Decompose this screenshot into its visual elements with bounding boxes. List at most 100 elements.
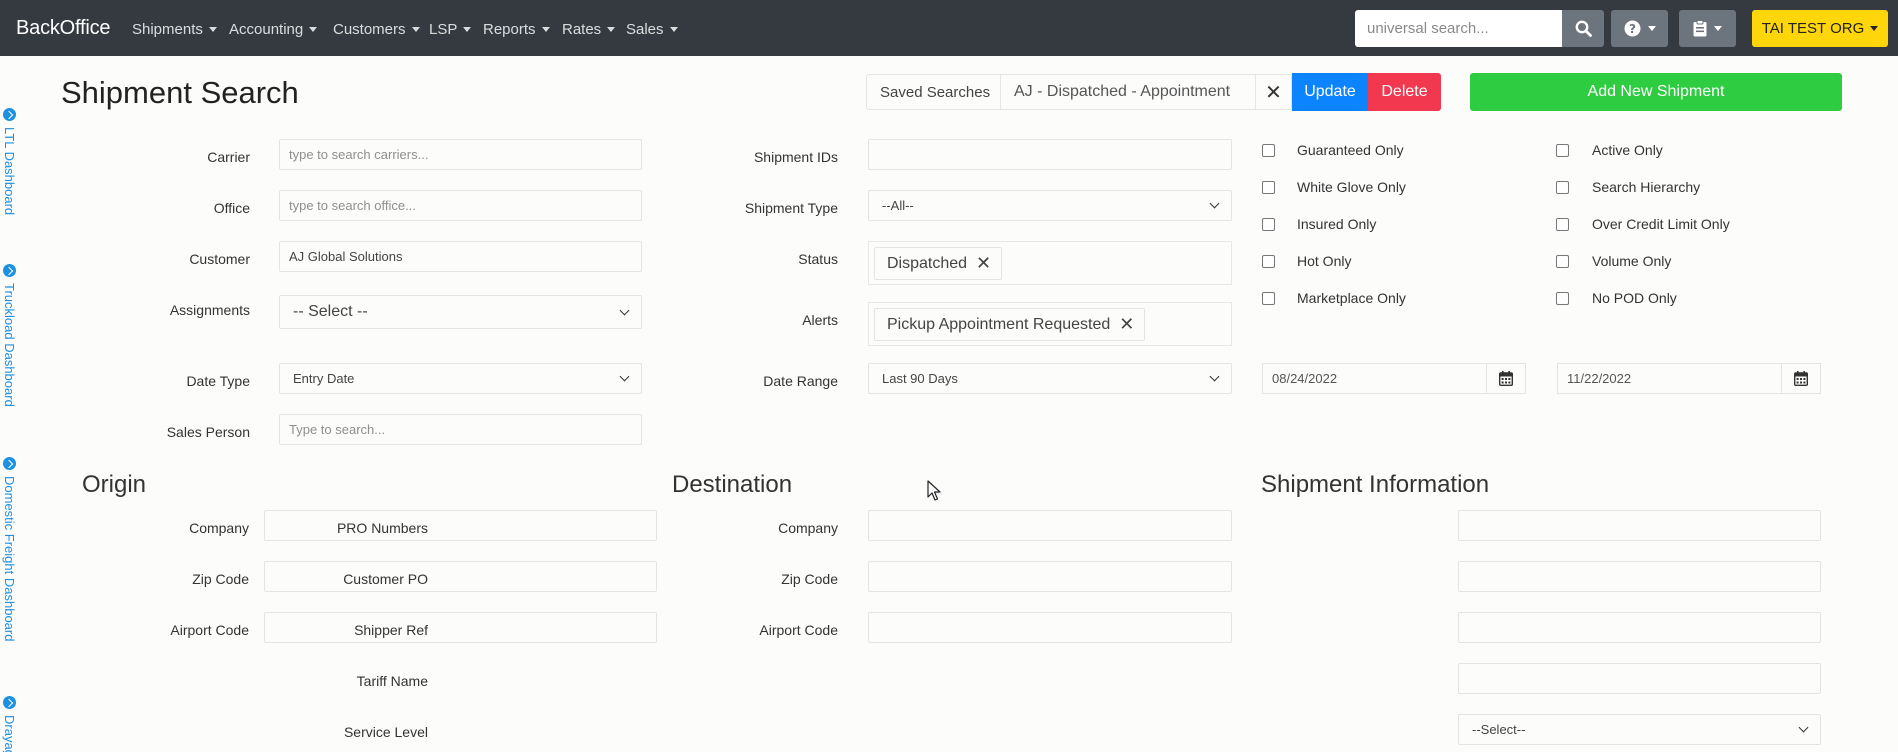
- alerts-multiselect[interactable]: Pickup Appointment Requested ✕: [868, 302, 1232, 346]
- shipment-type-label: Shipment Type: [744, 200, 838, 216]
- no-pod-only-checkbox[interactable]: [1556, 292, 1569, 305]
- nav-menu-customers[interactable]: Customers: [333, 21, 420, 38]
- truckload-dashboard-link[interactable]: Truckload Dashboard: [2, 264, 17, 407]
- update-button[interactable]: Update: [1292, 73, 1368, 111]
- saved-searches-label: Saved Searches: [866, 74, 1000, 110]
- carrier-input[interactable]: [279, 139, 642, 170]
- brand-logo[interactable]: BackOffice: [16, 17, 111, 40]
- service-level-select[interactable]: --Select--: [1458, 714, 1821, 745]
- shipment-type-select[interactable]: --All--: [868, 190, 1232, 221]
- active-only-checkbox[interactable]: [1556, 144, 1569, 157]
- shipper-ref-label: Shipper Ref: [354, 622, 428, 638]
- customer-label: Customer: [189, 251, 250, 267]
- date-from-calendar-button[interactable]: [1486, 363, 1526, 394]
- pro-numbers-input[interactable]: [1458, 510, 1821, 541]
- status-label: Status: [798, 251, 838, 267]
- guaranteed-only-label: Guaranteed Only: [1297, 142, 1404, 158]
- nav-menu-sales[interactable]: Sales: [626, 21, 678, 38]
- arrow-circle-icon: [3, 457, 16, 470]
- search-hierarchy-checkbox[interactable]: [1556, 181, 1569, 194]
- arrow-circle-icon: [3, 264, 16, 277]
- date-to-input[interactable]: 11/22/2022: [1557, 363, 1781, 394]
- destination-airport-input[interactable]: [868, 612, 1232, 643]
- calendar-icon: [1794, 371, 1808, 386]
- origin-zip-input[interactable]: [264, 561, 657, 592]
- date-from-input[interactable]: 08/24/2022: [1262, 363, 1487, 394]
- status-multiselect[interactable]: Dispatched ✕: [868, 241, 1232, 285]
- hot-only-label: Hot Only: [1297, 253, 1352, 269]
- destination-heading: Destination: [672, 471, 793, 498]
- office-label: Office: [213, 200, 250, 216]
- nav-menu-rates[interactable]: Rates: [562, 21, 616, 38]
- alerts-tag-pickup-appointment: Pickup Appointment Requested ✕: [874, 308, 1146, 341]
- status-tag-dispatched: Dispatched ✕: [874, 247, 1003, 280]
- active-only-label: Active Only: [1592, 142, 1663, 158]
- remove-tag-icon[interactable]: ✕: [976, 253, 991, 274]
- page-title: Shipment Search: [61, 75, 299, 110]
- chevron-down-icon: [619, 305, 630, 315]
- marketplace-only-label: Marketplace Only: [1297, 290, 1406, 306]
- caret-down-icon: [607, 27, 616, 32]
- date-to-calendar-button[interactable]: [1781, 363, 1821, 394]
- office-input[interactable]: [279, 190, 642, 221]
- ltl-dashboard-link[interactable]: LTL Dashboard: [2, 108, 17, 215]
- no-pod-only-label: No POD Only: [1592, 290, 1677, 306]
- service-level-label: Service Level: [343, 724, 428, 740]
- help-icon: ?: [1624, 20, 1640, 37]
- arrow-circle-icon: [3, 108, 16, 121]
- hot-only-checkbox[interactable]: [1262, 255, 1275, 268]
- marketplace-only-checkbox[interactable]: [1262, 292, 1275, 305]
- date-range-select[interactable]: Last 90 Days: [868, 363, 1232, 394]
- volume-only-checkbox[interactable]: [1556, 255, 1569, 268]
- top-navbar: BackOffice Shipments Accounting Customer…: [0, 0, 1898, 56]
- nav-menu-lsp[interactable]: LSP: [429, 21, 472, 38]
- guaranteed-only-checkbox[interactable]: [1262, 144, 1275, 157]
- shipper-ref-input[interactable]: [1458, 612, 1821, 643]
- shipment-ids-input[interactable]: [868, 139, 1232, 170]
- universal-search-button[interactable]: [1562, 10, 1604, 47]
- white-glove-only-label: White Glove Only: [1297, 179, 1406, 195]
- mouse-cursor-icon: [927, 480, 941, 501]
- drayage-link-clip: Drayage: [0, 690, 26, 752]
- over-credit-limit-only-checkbox[interactable]: [1556, 218, 1569, 231]
- nav-menu-reports[interactable]: Reports: [483, 21, 550, 38]
- clipboard-menu-button[interactable]: [1679, 10, 1736, 47]
- destination-zip-input[interactable]: [868, 561, 1232, 592]
- date-type-select[interactable]: Entry Date: [279, 363, 642, 394]
- destination-airport-label: Airport Code: [759, 622, 838, 638]
- saved-search-select[interactable]: AJ - Dispatched - Appointment: [1000, 74, 1256, 110]
- destination-company-input[interactable]: [868, 510, 1232, 541]
- tariff-name-input[interactable]: [1458, 663, 1821, 694]
- origin-company-input[interactable]: [264, 510, 657, 541]
- origin-airport-input[interactable]: [264, 612, 657, 643]
- caret-down-icon: [1714, 26, 1722, 31]
- assignments-label: Assignments: [169, 302, 250, 318]
- alerts-label: Alerts: [802, 312, 838, 328]
- delete-button[interactable]: Delete: [1368, 73, 1441, 111]
- arrow-circle-icon: [3, 696, 16, 709]
- help-menu-button[interactable]: ?: [1611, 10, 1668, 47]
- insured-only-checkbox[interactable]: [1262, 218, 1275, 231]
- calendar-icon: [1499, 371, 1513, 386]
- drayage-dashboard-link[interactable]: Drayage: [2, 696, 17, 752]
- sales-person-input[interactable]: [279, 414, 642, 445]
- origin-zip-label: Zip Code: [192, 571, 249, 587]
- universal-search-input[interactable]: [1355, 10, 1562, 47]
- clear-saved-search-icon[interactable]: ✕: [1256, 74, 1292, 110]
- customer-input[interactable]: [279, 241, 642, 272]
- domestic-freight-dashboard-link[interactable]: Domestic Freight Dashboard: [2, 457, 17, 641]
- nav-menu-shipments[interactable]: Shipments: [132, 21, 217, 38]
- insured-only-label: Insured Only: [1297, 216, 1377, 232]
- date-range-label: Date Range: [763, 373, 838, 389]
- caret-down-icon: [411, 27, 420, 32]
- customer-po-label: Customer PO: [343, 571, 428, 587]
- assignments-select[interactable]: -- Select --: [279, 295, 642, 329]
- customer-po-input[interactable]: [1458, 561, 1821, 592]
- add-new-shipment-button[interactable]: Add New Shipment: [1470, 73, 1842, 111]
- nav-menu-accounting[interactable]: Accounting: [229, 21, 318, 38]
- date-type-label: Date Type: [186, 373, 250, 389]
- remove-tag-icon[interactable]: ✕: [1119, 314, 1134, 335]
- shipment-information-heading: Shipment Information: [1261, 471, 1490, 498]
- white-glove-only-checkbox[interactable]: [1262, 181, 1275, 194]
- org-selector-button[interactable]: TAI TEST ORG: [1752, 10, 1888, 47]
